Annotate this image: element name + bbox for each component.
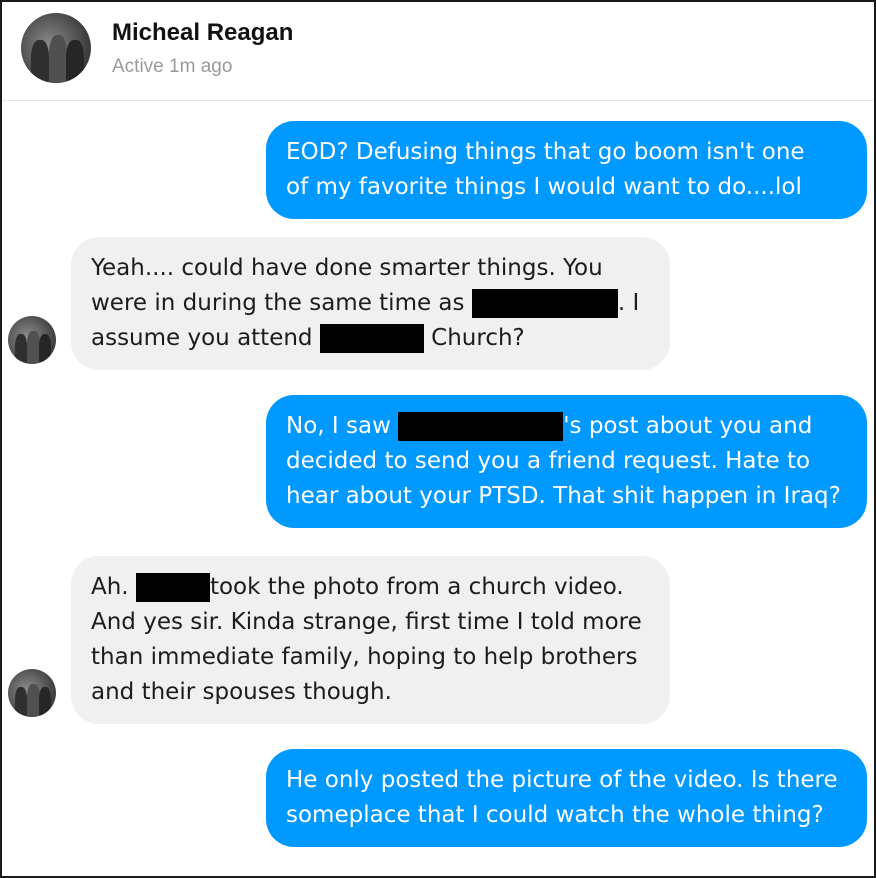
sent-message-bubble[interactable]: He only posted the picture of the video.…: [266, 749, 867, 847]
message-line: hear about your PTSD. That shit happen i…: [286, 483, 841, 509]
message-text: 's post about you and: [563, 413, 813, 439]
contact-avatar[interactable]: [21, 13, 91, 83]
message-line: He only posted the picture of the video.…: [286, 767, 838, 793]
sent-message-bubble[interactable]: No, I saw 's post about you and decided …: [266, 395, 867, 528]
received-message-bubble[interactable]: Yeah.... could have done smarter things.…: [71, 237, 670, 370]
message-line: decided to send you a friend request. Ha…: [286, 448, 811, 474]
message-line: than immediate family, hoping to help br…: [91, 644, 638, 670]
message-text: Church?: [423, 325, 525, 351]
message-text: took the photo from a church video.: [209, 574, 624, 600]
redaction-box: [471, 289, 618, 318]
message-line: And yes sir. Kinda strange, first time I…: [91, 609, 642, 635]
conversation-header: Micheal Reagan Active 1m ago: [2, 2, 874, 101]
redaction-box: [398, 412, 564, 441]
received-message-bubble[interactable]: Ah. took the photo from a church video. …: [71, 556, 670, 724]
redaction-box: [319, 324, 424, 353]
message-text: assume you attend: [91, 325, 320, 351]
message-text: No, I saw: [286, 413, 399, 439]
message-line: of my favorite things I would want to do…: [286, 174, 802, 200]
contact-name[interactable]: Micheal Reagan: [112, 19, 293, 47]
chat-window: Micheal Reagan Active 1m ago EOD? Defusi…: [0, 0, 876, 878]
message-line: someplace that I could watch the whole t…: [286, 802, 824, 828]
sent-message-bubble[interactable]: EOD? Defusing things that go boom isn't …: [266, 121, 867, 219]
message-line: and their spouses though.: [91, 679, 392, 705]
message-text: . I: [617, 290, 640, 316]
message-line: Yeah.... could have done smarter things.…: [91, 255, 603, 281]
active-status: Active 1m ago: [112, 56, 233, 77]
contact-avatar-small[interactable]: [8, 669, 56, 717]
message-text: Ah.: [91, 574, 136, 600]
message-line: EOD? Defusing things that go boom isn't …: [286, 139, 805, 165]
redaction-box: [135, 573, 210, 602]
message-text: were in during the same time as: [91, 290, 472, 316]
contact-avatar-small[interactable]: [8, 316, 56, 364]
